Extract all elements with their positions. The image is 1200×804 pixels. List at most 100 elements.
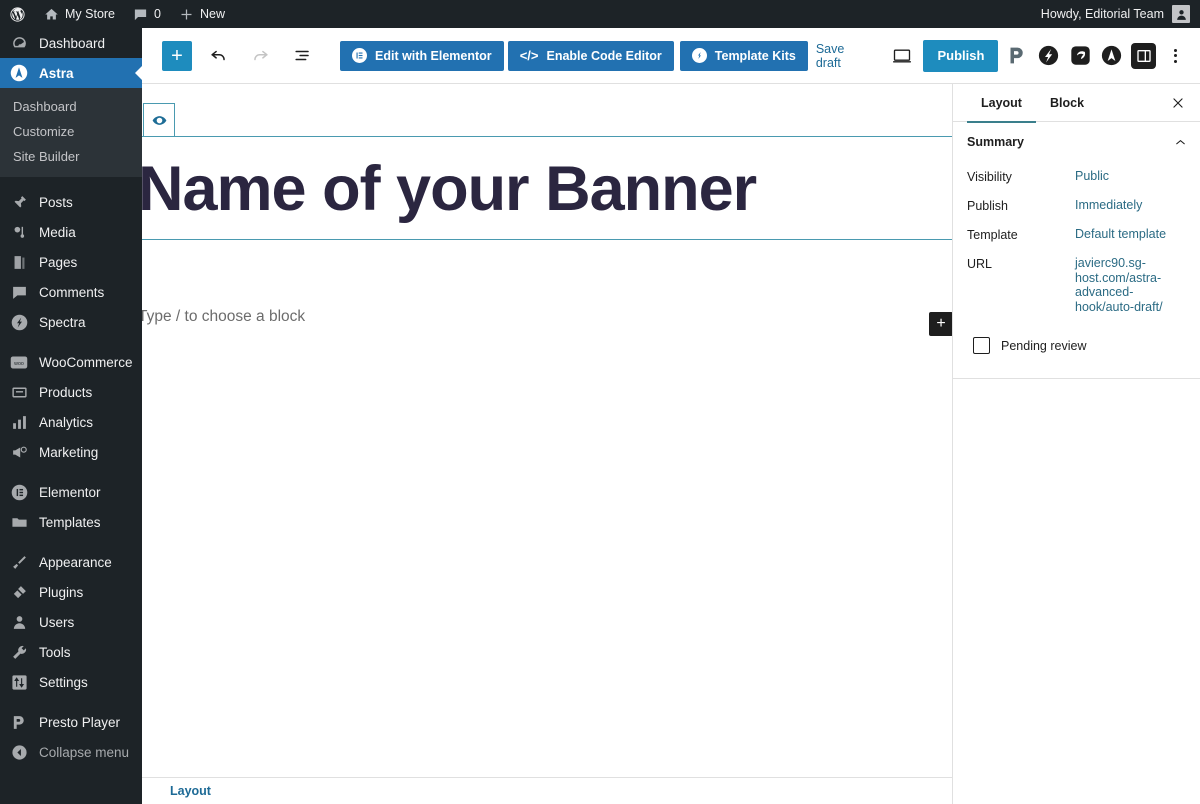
- sidebar-item-astra[interactable]: Astra: [0, 58, 142, 88]
- sidebar-item-comments[interactable]: Comments: [0, 277, 142, 307]
- block-placeholder-text[interactable]: Type / to choose a block: [142, 308, 305, 326]
- sidebar-item-label: Analytics: [39, 414, 94, 430]
- editor-canvas[interactable]: Name of your Banner Type / to choose a b…: [142, 84, 952, 777]
- sidebar-item-elementor[interactable]: Elementor: [0, 477, 142, 507]
- pending-review-label: Pending review: [1001, 338, 1087, 353]
- preview-button[interactable]: [886, 40, 918, 72]
- elementor-kit-icon: [1070, 45, 1091, 66]
- sidebar-item-marketing[interactable]: Marketing: [0, 437, 142, 467]
- comments-count: 0: [154, 7, 161, 21]
- settings-sidebar-toggle-button[interactable]: [1130, 42, 1157, 69]
- comments-button[interactable]: 0: [124, 0, 170, 28]
- tab-layout[interactable]: Layout: [967, 84, 1036, 123]
- title-top-rule: [142, 136, 952, 137]
- presto-player-plugin-button[interactable]: [1004, 43, 1030, 69]
- astra-icon: [1101, 45, 1122, 66]
- sidebar-item-templates[interactable]: Templates: [0, 507, 142, 537]
- undo-button[interactable]: [202, 40, 234, 72]
- desktop-preview-icon: [892, 46, 912, 66]
- editor-header-toolbar: + Edit with Elementor </> Enable Code Ed…: [142, 28, 1200, 84]
- pending-review-row[interactable]: Pending review: [953, 321, 1200, 370]
- visibility-toggle-button[interactable]: [143, 103, 175, 137]
- site-name-button[interactable]: My Store: [35, 0, 124, 28]
- breadcrumb-item-layout[interactable]: Layout: [170, 784, 211, 798]
- settings-sidebar-icon: [1136, 48, 1152, 64]
- account-menu[interactable]: Howdy, Editorial Team: [1041, 5, 1200, 23]
- sidebar-item-presto-player[interactable]: Presto Player: [0, 707, 142, 737]
- collapse-menu-button[interactable]: Collapse menu: [0, 737, 142, 767]
- visibility-value-button[interactable]: Public: [1075, 169, 1109, 183]
- plus-icon: +: [171, 44, 183, 67]
- sidebar-item-media[interactable]: Media: [0, 217, 142, 247]
- elementor-icon: [352, 48, 367, 63]
- enable-code-editor-button[interactable]: </> Enable Code Editor: [507, 40, 674, 71]
- howdy-label: Howdy, Editorial Team: [1040, 7, 1164, 21]
- dashboard-icon: [9, 33, 29, 53]
- template-value-button[interactable]: Default template: [1075, 227, 1166, 241]
- sidebar-item-dashboard[interactable]: Dashboard: [0, 28, 142, 58]
- astra-plugin-button[interactable]: [1099, 43, 1125, 69]
- sidebar-item-tools[interactable]: Tools: [0, 637, 142, 667]
- spectra-icon: [691, 48, 707, 63]
- pending-review-checkbox[interactable]: [973, 337, 990, 354]
- avatar: [1172, 5, 1190, 23]
- list-view-icon: [293, 46, 312, 65]
- summary-row-url: URL javierc90.sg-host.com/astra-advanced…: [953, 249, 1200, 321]
- sidebar-item-pages[interactable]: Pages: [0, 247, 142, 277]
- sidebar-item-label: Astra: [39, 65, 74, 81]
- save-draft-button[interactable]: Save draft: [808, 42, 880, 70]
- sidebar-item-label: Comments: [39, 284, 105, 300]
- submenu-item-customize[interactable]: Customize: [0, 119, 142, 144]
- summary-panel-header[interactable]: Summary: [953, 122, 1200, 162]
- url-label: URL: [967, 257, 993, 271]
- kebab-menu-icon: [1173, 54, 1177, 57]
- sidebar-item-posts[interactable]: Posts: [0, 187, 142, 217]
- spectra-plugin-button[interactable]: [1036, 43, 1062, 69]
- sidebar-item-settings[interactable]: Settings: [0, 667, 142, 697]
- publish-button[interactable]: Publish: [923, 39, 999, 72]
- template-kits-label: Template Kits: [714, 48, 796, 63]
- template-kits-button[interactable]: Template Kits: [679, 40, 808, 71]
- astra-icon: [9, 63, 29, 83]
- astra-submenu[interactable]: Dashboard Customize Site Builder: [0, 88, 142, 177]
- sidebar-item-users[interactable]: Users: [0, 607, 142, 637]
- publish-value-button[interactable]: Immediately: [1075, 198, 1142, 212]
- submenu-item-site-builder[interactable]: Site Builder: [0, 144, 142, 169]
- tab-block[interactable]: Block: [1036, 84, 1098, 122]
- list-view-button[interactable]: [286, 40, 318, 72]
- wrench-icon: [9, 642, 29, 662]
- home-icon: [44, 7, 59, 22]
- settings-icon: [9, 672, 29, 692]
- folder-icon: [9, 512, 29, 532]
- edit-with-elementor-button[interactable]: Edit with Elementor: [340, 40, 504, 71]
- settings-divider: [953, 378, 1200, 379]
- new-content-button[interactable]: New: [170, 0, 234, 28]
- sidebar-item-products[interactable]: Products: [0, 377, 142, 407]
- more-options-button[interactable]: [1162, 43, 1188, 69]
- header-right-tools: Save draft Publish: [808, 39, 1188, 72]
- redo-button[interactable]: [244, 40, 276, 72]
- close-sidebar-button[interactable]: [1164, 89, 1192, 117]
- submenu-item-dashboard[interactable]: Dashboard: [0, 94, 142, 119]
- redo-icon: [251, 46, 270, 65]
- wordpress-logo-button[interactable]: [0, 0, 35, 28]
- url-value-link[interactable]: javierc90.sg-host.com/astra-advanced-hoo…: [1075, 256, 1177, 314]
- sidebar-item-spectra[interactable]: Spectra: [0, 307, 142, 337]
- sidebar-item-label: Templates: [39, 514, 101, 530]
- plus-icon: +: [936, 315, 946, 332]
- site-name-label: My Store: [65, 7, 116, 21]
- sidebar-item-analytics[interactable]: Analytics: [0, 407, 142, 437]
- block-inserter-button[interactable]: +: [162, 40, 192, 71]
- admin-sidebar-menu[interactable]: Dashboard Astra Dashboard Customize Site…: [0, 28, 142, 804]
- elementor-kit-plugin-button[interactable]: [1068, 43, 1094, 69]
- sidebar-item-woocommerce[interactable]: woo WooCommerce: [0, 347, 142, 377]
- plus-icon: [179, 7, 194, 22]
- sidebar-item-plugins[interactable]: Plugins: [0, 577, 142, 607]
- summary-row-publish: Publish Immediately: [953, 191, 1200, 220]
- products-icon: [9, 382, 29, 402]
- add-block-button[interactable]: +: [929, 312, 952, 336]
- sidebar-item-label: Products: [39, 384, 93, 400]
- sidebar-item-appearance[interactable]: Appearance: [0, 547, 142, 577]
- post-title-input[interactable]: Name of your Banner: [142, 146, 952, 232]
- sidebar-item-label: Posts: [39, 194, 73, 210]
